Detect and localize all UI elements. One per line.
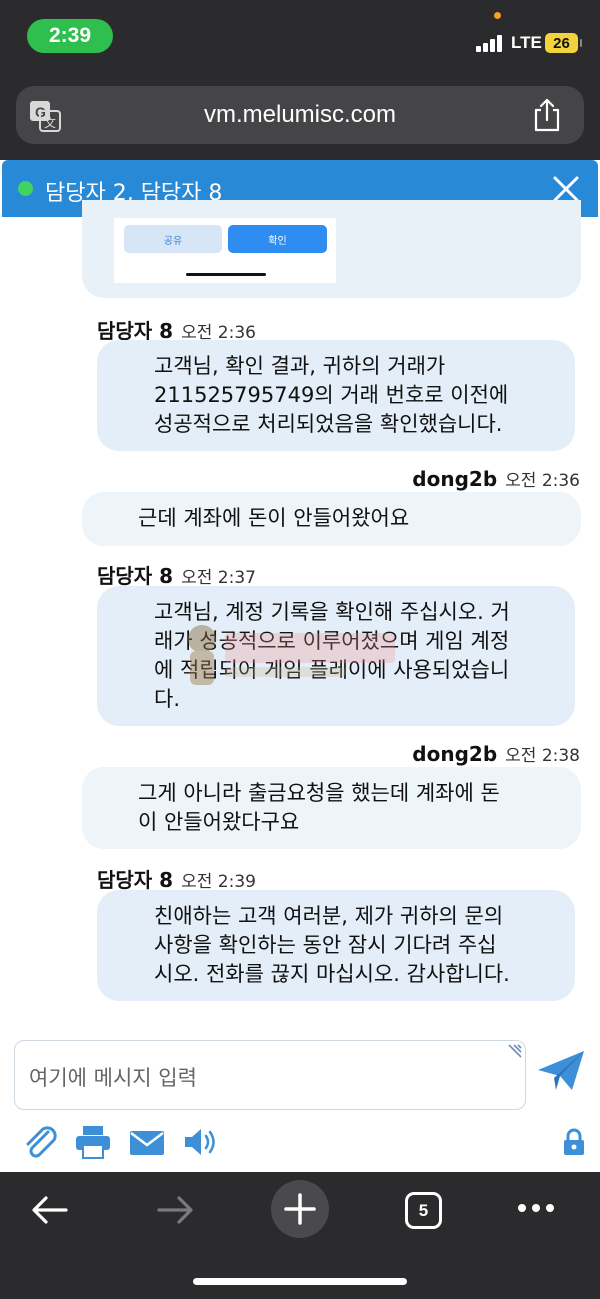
message-line: 고객님, 확인 결과, 귀하의 거래가 [154,354,446,378]
message-line: 사항을 확인하는 동안 잠시 기다려 주십 [154,933,497,957]
screenshot-thumbnail[interactable]: 공유 확인 [114,218,336,283]
message-line: 211525795749의 거래 번호로 이전에 [154,383,509,407]
browser-address-area: G 文 vm.melumisc.com [0,78,600,160]
message-time: 오전 2:37 [181,568,256,588]
tab-switcher-button[interactable]: 5 [405,1192,442,1229]
message-time: 오전 2:39 [181,872,256,892]
close-icon[interactable] [552,175,580,203]
lock-icon [564,1128,584,1155]
thumbnail-confirm-button: 확인 [228,225,327,253]
signal-icon [476,34,506,52]
message-line: 성공적으로 처리되었음을 확인했습니다. [154,412,503,436]
message-time: 오전 2:38 [505,746,580,766]
message-line: 시오. 전화를 끊지 마십시오. 감사합니다. [154,962,510,986]
message-meta: 담당자 8 오전 2:39 [97,864,256,893]
message-time: 오전 2:36 [505,471,580,491]
sender-name: dong2b [412,742,498,766]
message-line: 이 안들어왔다구요 [138,810,300,834]
message-line: 친애하는 고객 여러분, 제가 귀하의 문의 [154,904,504,928]
chat-page: 담당자 2, 담당자 8 공유 확인 담당자 8 오전 2:36 고객님, 확인 … [0,160,600,1172]
sender-name: 담당자 8 [97,564,174,588]
sender-name: dong2b [412,467,498,491]
watermark-logo [188,625,395,685]
message-line: 근데 계좌에 돈이 안들어왔어요 [138,506,410,530]
send-icon[interactable] [536,1048,586,1094]
network-type: LTE [511,33,542,52]
sound-icon[interactable] [182,1124,220,1160]
attachment-icon[interactable] [22,1124,60,1160]
previous-image-message: 공유 확인 [82,200,581,298]
thumbnail-home-bar [186,273,266,276]
message-meta: dong2b 오전 2:36 [412,466,580,491]
privacy-indicator [494,12,501,19]
browser-toolbar: 5 [0,1172,600,1299]
message-meta: 담당자 8 오전 2:37 [97,560,256,589]
status-time: 2:39 [27,19,113,53]
home-indicator [193,1278,407,1285]
user-message-bubble: 근데 계좌에 돈이 안들어왔어요 [82,492,581,546]
address-bar[interactable]: G 文 vm.melumisc.com [16,86,584,144]
thumbnail-share-button: 공유 [124,225,222,253]
sender-name: 담당자 8 [97,868,174,892]
user-message-bubble: 그게 아니라 출금요청을 했는데 계좌에 돈 이 안들어왔다구요 [82,767,581,849]
message-input[interactable]: 여기에 메시지 입력 [14,1040,526,1110]
new-tab-plus-icon[interactable] [271,1180,329,1238]
agent-message-bubble: 고객님, 확인 결과, 귀하의 거래가 211525795749의 거래 번호로… [97,340,575,451]
print-icon[interactable] [74,1124,112,1160]
more-menu-icon[interactable] [516,1202,556,1214]
email-icon[interactable] [128,1124,166,1160]
battery-icon: 26 [545,33,582,53]
url-text[interactable]: vm.melumisc.com [16,101,584,129]
online-status-dot [18,181,33,196]
message-line: 그게 아니라 출금요청을 했는데 계좌에 돈 [138,781,500,805]
message-input-placeholder: 여기에 메시지 입력 [29,1066,197,1090]
status-bar: 2:39 LTE 26 [0,0,600,78]
back-arrow-icon[interactable] [30,1194,70,1226]
resize-handle-icon[interactable] [507,1043,523,1059]
message-meta: dong2b 오전 2:38 [412,741,580,766]
share-icon[interactable] [532,98,562,132]
forward-arrow-icon[interactable] [155,1194,195,1226]
agent-message-bubble: 친애하는 고객 여러분, 제가 귀하의 문의 사항을 확인하는 동안 잠시 기다… [97,890,575,1001]
